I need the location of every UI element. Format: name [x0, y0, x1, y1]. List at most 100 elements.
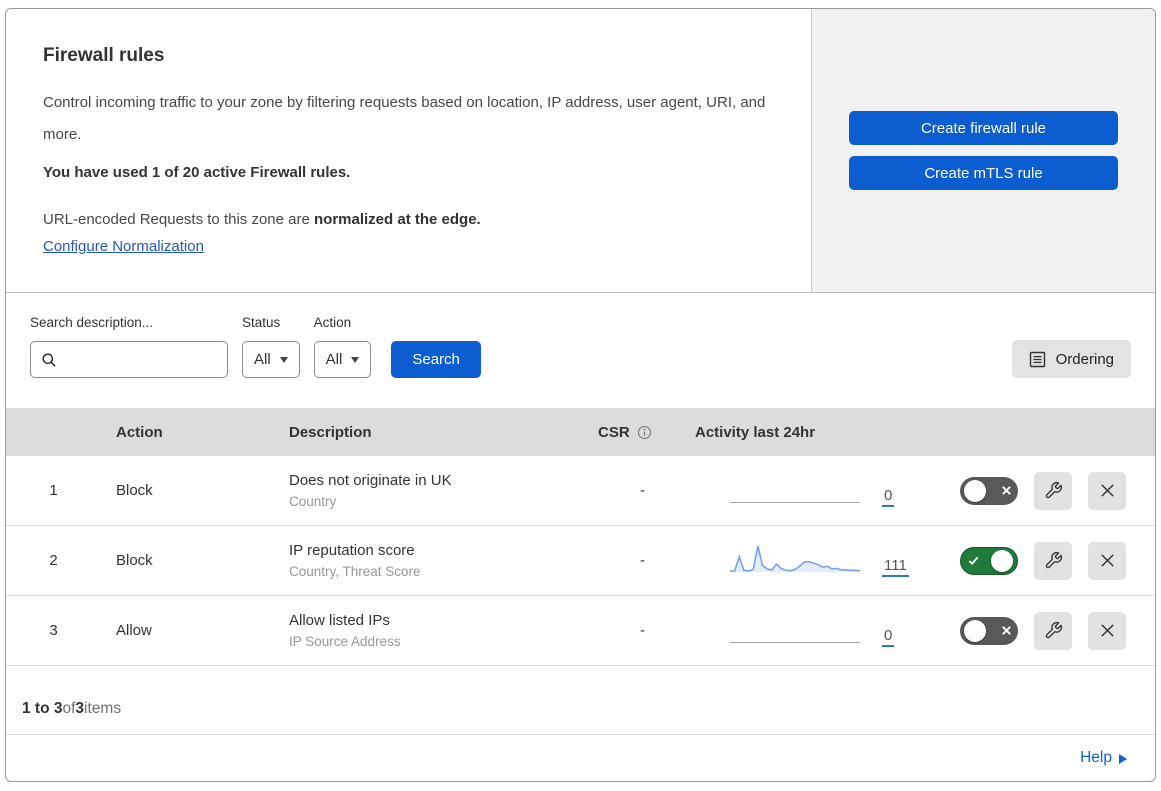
table-row: 2 Block IP reputation score Country, Thr…: [6, 526, 1155, 596]
rule-description: IP reputation score: [289, 542, 415, 559]
status-dropdown-value: All: [254, 351, 271, 368]
actions-panel: Create firewall rule Create mTLS rule: [811, 9, 1155, 292]
toggle-knob: [964, 479, 986, 502]
delete-rule-button[interactable]: [1088, 611, 1126, 650]
rule-action: Allow: [116, 622, 152, 639]
activity-count-link[interactable]: 111: [882, 557, 909, 577]
rule-description-cell: Allow listed IPs IP Source Address: [276, 612, 580, 649]
create-firewall-rule-button[interactable]: Create firewall rule: [849, 111, 1118, 145]
rule-priority: 2: [49, 552, 58, 569]
activity-sparkline: [730, 543, 860, 579]
table-footer: 1 to 3 of 3 items: [6, 666, 1155, 735]
chevron-down-icon: [279, 356, 288, 363]
search-box[interactable]: [30, 341, 228, 378]
rule-fields: IP Source Address: [289, 634, 401, 649]
x-icon: [998, 485, 1014, 496]
activity-count-link[interactable]: 0: [882, 487, 895, 507]
rule-controls: [960, 471, 1155, 510]
wrench-icon: [1044, 621, 1063, 640]
items-label: items: [84, 700, 122, 717]
help-link-label: Help: [1080, 749, 1112, 766]
search-input[interactable]: [57, 351, 217, 368]
table-row: 3 Allow Allow listed IPs IP Source Addre…: [6, 596, 1155, 666]
rule-description: Allow listed IPs: [289, 612, 390, 629]
items-of-text: of: [62, 700, 76, 717]
sparkline-line: [730, 545, 860, 572]
rule-csr-value: -: [640, 622, 645, 639]
status-dropdown[interactable]: All: [242, 341, 300, 378]
rule-priority: 1: [49, 482, 58, 499]
rule-activity-cell: 0: [680, 473, 960, 509]
activity-sparkline-empty: [730, 613, 860, 649]
status-group: Status All: [242, 315, 300, 378]
page-description: Control incoming traffic to your zone by…: [43, 94, 766, 144]
table-row: 1 Block Does not originate in UK Country…: [6, 456, 1155, 526]
rule-fields: Country: [289, 494, 337, 509]
items-total: 3: [75, 700, 85, 717]
normalization-note: URL-encoded Requests to this zone are no…: [43, 211, 781, 228]
rule-description: Does not originate in UK: [289, 472, 452, 489]
rule-enabled-toggle[interactable]: [960, 546, 1018, 575]
rule-enabled-toggle[interactable]: [960, 476, 1018, 505]
filter-bar: Search description... Status All Action …: [6, 293, 1155, 408]
ordering-button-label: Ordering: [1055, 350, 1114, 368]
search-group: Search description...: [30, 315, 228, 378]
search-label: Search description...: [30, 315, 154, 330]
rule-action: Block: [116, 552, 153, 569]
action-group: Action All: [313, 315, 372, 378]
status-label: Status: [242, 315, 281, 330]
ordering-button[interactable]: Ordering: [1011, 340, 1131, 378]
rule-action: Block: [116, 482, 153, 499]
x-icon: [998, 625, 1014, 636]
rule-controls: [960, 541, 1155, 580]
rule-fields: Country, Threat Score: [289, 564, 421, 579]
rule-csr-value: -: [640, 482, 645, 499]
chevron-down-icon: [351, 356, 360, 363]
activity-sparkline-empty: [730, 473, 860, 509]
edit-rule-button[interactable]: [1034, 611, 1072, 650]
rule-description-cell: Does not originate in UK Country: [276, 472, 580, 509]
action-dropdown[interactable]: All: [313, 341, 372, 378]
info-icon[interactable]: [637, 425, 652, 440]
page-title: Firewall rules: [43, 45, 165, 66]
create-mtls-rule-button[interactable]: Create mTLS rule: [849, 156, 1118, 190]
close-icon: [1099, 552, 1116, 569]
close-icon: [1099, 622, 1116, 639]
action-dropdown-value: All: [325, 351, 343, 368]
close-icon: [1099, 482, 1116, 499]
header-section: Firewall rules Control incoming traffic …: [6, 9, 1155, 293]
table-header: Action Description CSR Activity last 24h…: [6, 408, 1155, 456]
column-header-action: Action: [116, 423, 163, 441]
usage-summary: You have used 1 of 20 active Firewall ru…: [43, 163, 351, 181]
items-range: 1 to 3: [22, 700, 63, 717]
wrench-icon: [1044, 481, 1063, 500]
rule-csr-value: -: [640, 552, 645, 569]
rule-activity-cell: 0: [680, 613, 960, 649]
normalization-bold: normalized at the edge.: [314, 210, 481, 228]
edit-rule-button[interactable]: [1034, 541, 1072, 580]
column-header-csr: CSR: [580, 424, 680, 441]
action-label: Action: [313, 315, 352, 330]
delete-rule-button[interactable]: [1088, 541, 1126, 580]
rule-controls: [960, 611, 1155, 650]
edit-rule-button[interactable]: [1034, 471, 1072, 510]
check-icon: [965, 554, 981, 567]
search-button[interactable]: Search: [391, 341, 481, 378]
configure-normalization-link[interactable]: Configure Normalization: [43, 238, 204, 255]
delete-rule-button[interactable]: [1088, 471, 1126, 510]
toggle-knob: [964, 619, 986, 642]
normalization-text: URL-encoded Requests to this zone are: [43, 210, 314, 228]
toggle-knob: [991, 549, 1013, 572]
column-header-description: Description: [289, 423, 372, 441]
rule-description-cell: IP reputation score Country, Threat Scor…: [276, 542, 580, 579]
activity-count-link[interactable]: 0: [882, 627, 895, 647]
firewall-rules-panel: Firewall rules Control incoming traffic …: [5, 8, 1156, 782]
arrow-right-icon: [1119, 754, 1127, 764]
list-icon: [1029, 351, 1046, 368]
rule-enabled-toggle[interactable]: [960, 616, 1018, 645]
rule-activity-cell: 111: [680, 543, 960, 579]
rule-priority: 3: [49, 622, 58, 639]
search-icon: [41, 352, 57, 368]
help-link[interactable]: Help: [1080, 749, 1127, 767]
header-text-block: Firewall rules Control incoming traffic …: [6, 9, 811, 292]
